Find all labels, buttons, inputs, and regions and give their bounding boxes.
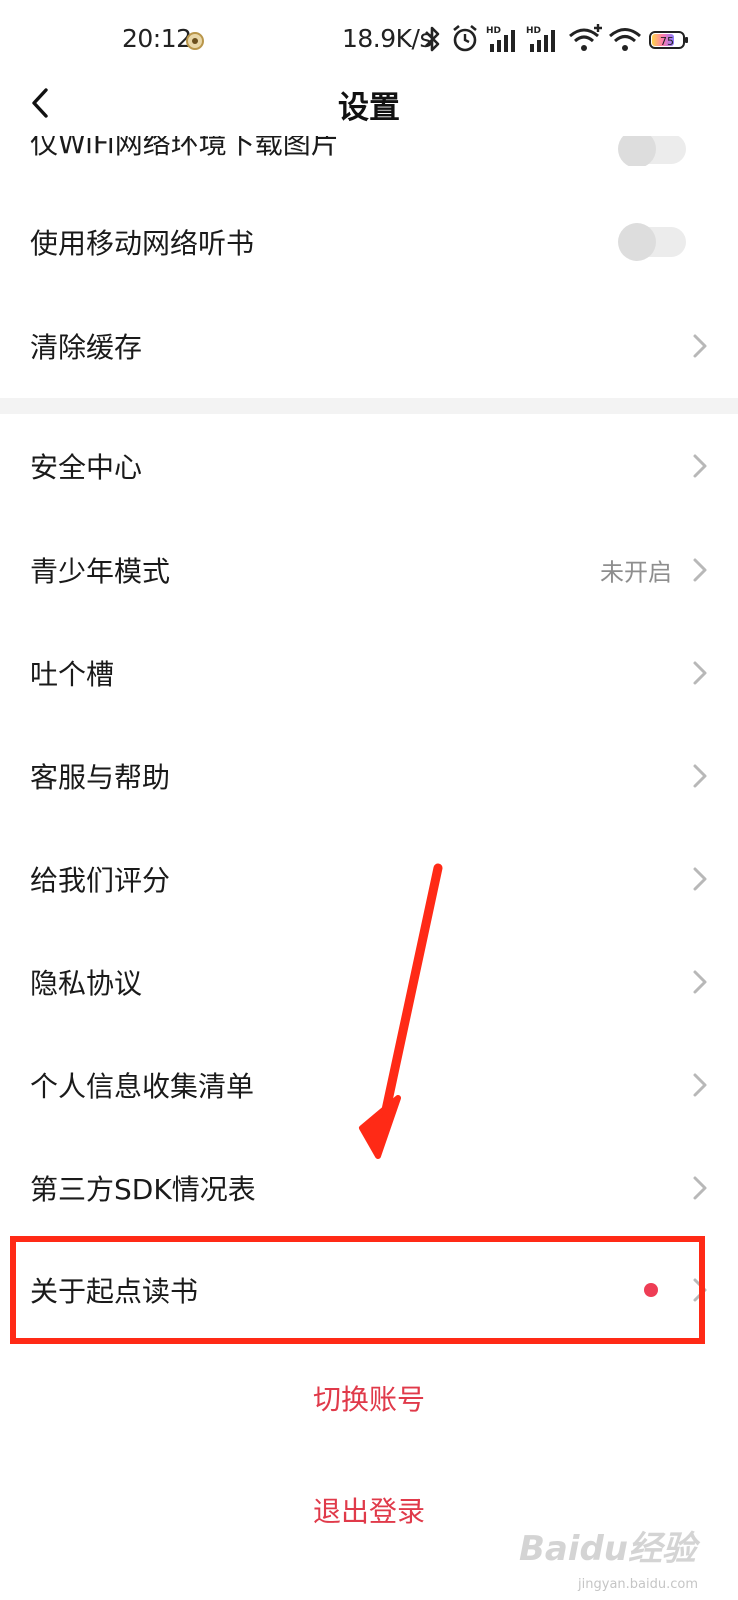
chevron-right-icon	[693, 334, 707, 358]
setting-row-privacy-policy[interactable]: 隐私协议	[0, 930, 738, 1034]
svg-text:HD: HD	[486, 26, 501, 36]
toggle-knob	[618, 223, 656, 261]
status-bar: 20:12 18.9K/s HD HD 75	[0, 0, 738, 80]
setting-row-label: 使用移动网络听书	[30, 227, 255, 260]
watermark-url: jingyan.baidu.com	[578, 1577, 698, 1592]
mobile-listening-toggle[interactable]	[618, 223, 686, 261]
switch-account-button[interactable]: 切换账号	[0, 1378, 738, 1418]
chevron-right-icon	[693, 454, 707, 478]
svg-text:HD: HD	[526, 26, 541, 36]
hd-signal-icon: HD	[526, 26, 555, 52]
chevron-right-icon	[693, 764, 707, 788]
bluetooth-icon	[425, 26, 440, 52]
chevron-right-icon	[693, 1278, 707, 1302]
setting-row-clear-cache[interactable]: 清除缓存	[0, 294, 738, 398]
status-time: 20:12	[122, 24, 192, 53]
setting-row-about[interactable]: 关于起点读书	[0, 1238, 738, 1342]
chevron-right-icon	[693, 1073, 707, 1097]
wifi-images-toggle[interactable]	[618, 136, 686, 166]
setting-row-label: 清除缓存	[30, 331, 143, 364]
chevron-right-icon	[693, 970, 707, 994]
setting-row-wifi-images[interactable]: 仅WiFi网络环境下载图片	[0, 136, 738, 166]
setting-row-label: 青少年模式	[30, 555, 171, 588]
setting-row-support[interactable]: 客服与帮助	[0, 724, 738, 828]
section-divider	[0, 398, 738, 414]
navigation-bar: 设置	[0, 70, 738, 136]
setting-row-label: 仅WiFi网络环境下载图片	[30, 136, 339, 160]
setting-row-label: 吐个槽	[30, 658, 115, 691]
setting-row-feedback[interactable]: 吐个槽	[0, 621, 738, 725]
setting-row-label: 个人信息收集清单	[30, 1070, 255, 1103]
setting-row-label: 第三方SDK情况表	[30, 1173, 256, 1206]
setting-row-label: 安全中心	[30, 451, 143, 484]
setting-row-security-center[interactable]: 安全中心	[0, 414, 738, 518]
app-notification-icon	[186, 32, 204, 50]
setting-row-label: 隐私协议	[30, 967, 143, 1000]
chevron-right-icon	[693, 867, 707, 891]
page-title: 设置	[338, 90, 400, 126]
setting-row-teen-mode[interactable]: 青少年模式 未开启	[0, 518, 738, 622]
alarm-icon	[453, 24, 477, 52]
wifi-icon	[609, 28, 641, 51]
teen-mode-status: 未开启	[600, 558, 672, 587]
new-badge-dot	[644, 1283, 658, 1297]
setting-row-personal-info-list[interactable]: 个人信息收集清单	[0, 1033, 738, 1137]
setting-row-third-party-sdk[interactable]: 第三方SDK情况表	[0, 1136, 738, 1240]
chevron-right-icon	[693, 1176, 707, 1200]
hd-signal-icon: HD	[486, 26, 515, 52]
wifi-plus-icon	[569, 24, 602, 51]
battery-level: 75	[660, 35, 674, 48]
battery-icon: 75	[649, 31, 688, 49]
network-speed: 18.9K/s	[342, 24, 433, 53]
setting-row-label: 客服与帮助	[30, 761, 171, 794]
chevron-right-icon	[693, 558, 707, 582]
setting-row-rate-us[interactable]: 给我们评分	[0, 827, 738, 931]
baidu-watermark: Baidu经验	[518, 1529, 696, 1569]
chevron-right-icon	[693, 661, 707, 685]
setting-row-label: 给我们评分	[30, 864, 171, 897]
setting-row-label: 关于起点读书	[30, 1275, 199, 1308]
setting-row-mobile-listening[interactable]: 使用移动网络听书	[0, 190, 738, 294]
toggle-knob	[618, 136, 656, 166]
